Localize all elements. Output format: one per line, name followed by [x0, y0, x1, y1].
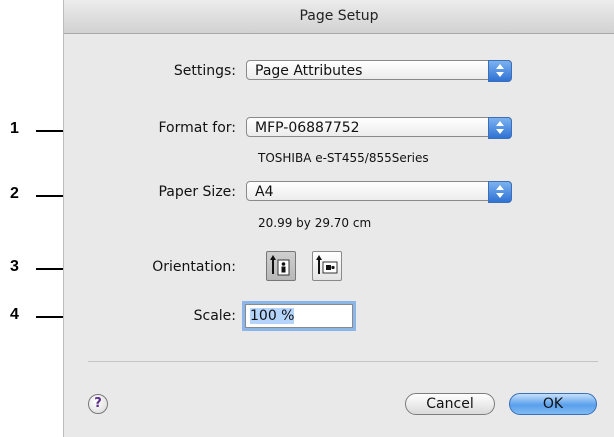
window-title: Page Setup	[64, 0, 614, 34]
orientation-landscape-button[interactable]	[312, 251, 342, 281]
cancel-button[interactable]: Cancel	[405, 393, 495, 415]
settings-popup-value: Page Attributes	[255, 63, 363, 79]
settings-label: Settings:	[173, 63, 236, 79]
help-button[interactable]: ?	[88, 394, 108, 414]
printer-description: TOSHIBA e-ST455/855Series	[258, 151, 429, 165]
format-for-popup-value: MFP-06887752	[255, 120, 360, 136]
ok-button[interactable]: OK	[509, 393, 597, 415]
scale-label: Scale:	[193, 308, 236, 324]
orientation-portrait-button[interactable]	[266, 251, 296, 281]
popup-arrows-icon	[488, 60, 512, 82]
callout-2: 2	[10, 185, 19, 202]
popup-arrows-icon	[488, 117, 512, 139]
callout-3: 3	[10, 258, 19, 275]
separator	[88, 361, 598, 362]
popup-arrows-icon	[488, 181, 512, 203]
format-for-popup[interactable]: MFP-06887752	[246, 117, 512, 139]
scale-input[interactable]: 100 %	[245, 304, 353, 328]
portrait-orientation-icon	[270, 255, 290, 276]
callout-4: 4	[10, 306, 19, 323]
paper-size-popup-value: A4	[255, 184, 274, 200]
orientation-label: Orientation:	[152, 259, 236, 275]
paper-dimensions: 20.99 by 29.70 cm	[258, 216, 372, 230]
paper-size-label: Paper Size:	[158, 184, 236, 200]
settings-popup[interactable]: Page Attributes	[246, 60, 512, 82]
scale-input-value: 100 %	[250, 308, 295, 324]
callout-1: 1	[10, 120, 19, 137]
format-for-label: Format for:	[158, 120, 236, 136]
paper-size-popup[interactable]: A4	[246, 181, 512, 203]
landscape-orientation-icon	[316, 255, 338, 274]
